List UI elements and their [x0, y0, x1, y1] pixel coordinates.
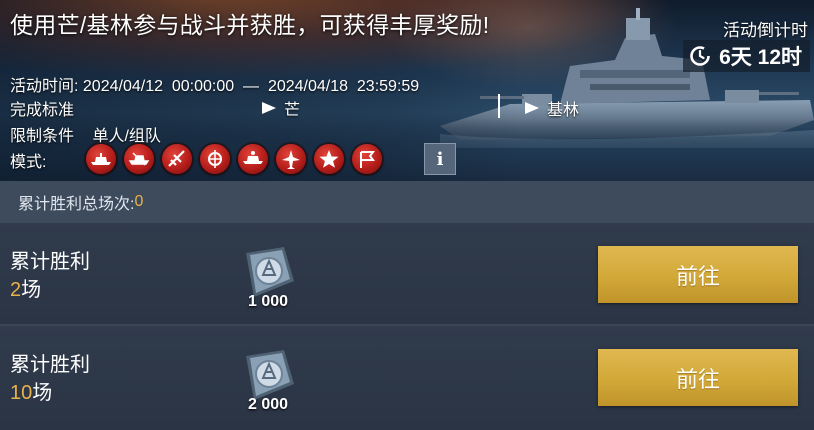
criteria-divider — [498, 94, 500, 118]
submarine-icon[interactable] — [200, 144, 230, 174]
reward-requirement-label: 累计胜利 — [10, 251, 90, 273]
criteria-row: 完成标准 芒 基林 — [10, 94, 710, 120]
aircraft-icon[interactable] — [162, 144, 192, 174]
mode-icons — [86, 144, 382, 174]
event-banner: 使用芒/基林参与战斗并获胜，可获得丰厚奖励! 活动倒计时 6天 12时 活动时间… — [0, 0, 814, 181]
criteria-label: 完成标准 — [10, 102, 75, 119]
reward-row: 累计胜利 2场 1 000 前往 — [0, 223, 814, 327]
cruiser-icon[interactable] — [124, 144, 154, 174]
event-panel: 使用芒/基林参与战斗并获胜，可获得丰厚奖励! 活动倒计时 6天 12时 活动时间… — [0, 0, 814, 430]
reward-requirement-count: 2场 — [10, 279, 42, 301]
reward-row: 累计胜利 10场 2 000 前往 — [0, 326, 814, 430]
limit-label: 限制条件 — [10, 128, 75, 145]
reward-requirement-count: 10场 — [10, 382, 53, 404]
total-wins-label: 累计胜利总场次: — [18, 196, 135, 213]
play-arrow-icon — [262, 102, 276, 114]
go-button[interactable]: 前往 — [598, 349, 798, 406]
battleship-icon[interactable] — [86, 144, 116, 174]
event-time-row: 活动时间: 2024/04/12 00:00:00 — 2024/04/18 2… — [10, 72, 419, 96]
total-wins-strip: 累计胜利总场次: 0 — [0, 181, 814, 223]
limit-row: 限制条件 单人/组队 — [10, 122, 161, 146]
reward-requirement-label: 累计胜利 — [10, 354, 90, 376]
play-arrow-icon — [525, 102, 539, 114]
criteria-ship-1: 芒 — [262, 96, 300, 120]
silver-coin-icon — [246, 247, 294, 297]
flag-icon[interactable] — [352, 144, 382, 174]
destroyer-icon[interactable] — [238, 144, 268, 174]
countdown-value: 6天 12时 — [719, 46, 802, 69]
criteria-ship-2: 基林 — [525, 96, 579, 120]
total-wins-value: 0 — [134, 193, 144, 210]
airplane-icon[interactable] — [276, 144, 306, 174]
countdown-label: 活动倒计时 — [723, 21, 808, 40]
time-range: 2024/04/12 00:00:00 — 2024/04/18 23:59:5… — [82, 78, 420, 95]
go-button[interactable]: 前往 — [598, 246, 798, 303]
star-icon[interactable] — [314, 144, 344, 174]
limit-value: 单人/组队 — [92, 128, 161, 145]
reward-amount: 1 000 — [247, 293, 289, 310]
time-label: 活动时间: — [10, 78, 79, 95]
mode-label: 模式: — [10, 154, 47, 171]
clock-icon — [690, 46, 710, 66]
reward-amount: 2 000 — [247, 396, 289, 413]
event-title: 使用芒/基林参与战斗并获胜，可获得丰厚奖励! — [10, 12, 490, 38]
info-button[interactable]: i — [424, 143, 456, 175]
countdown-box: 6天 12时 — [683, 40, 810, 72]
silver-coin-icon — [246, 350, 294, 400]
